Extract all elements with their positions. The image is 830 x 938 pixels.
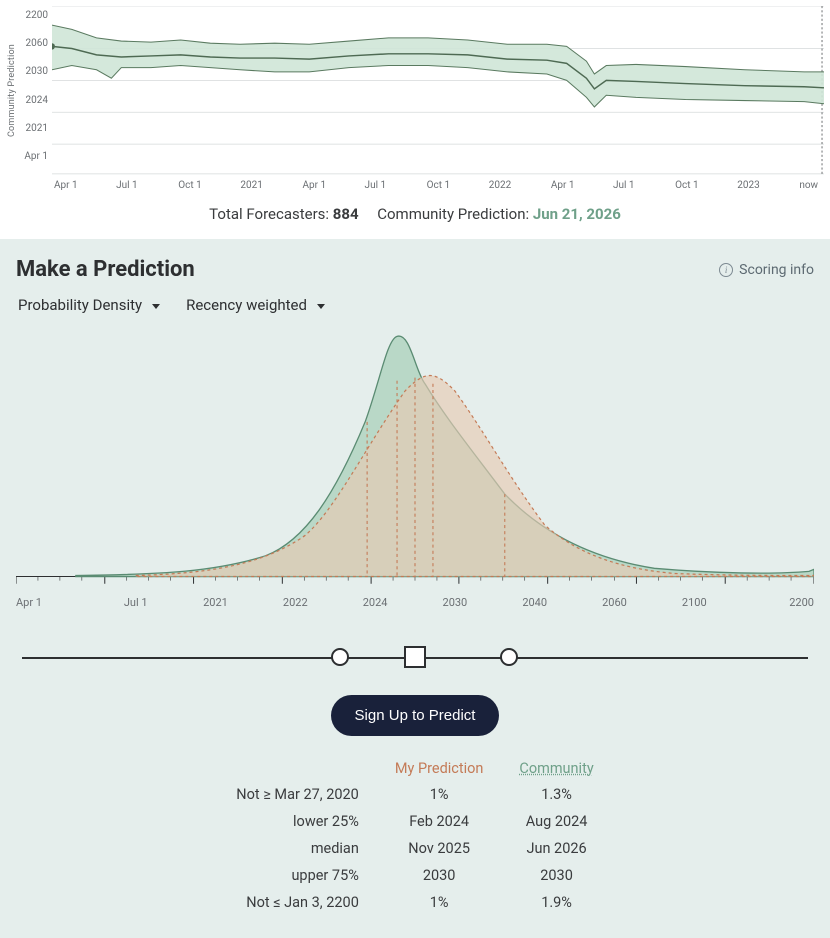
slider-handle-median[interactable] (404, 646, 426, 668)
summary-line: Total Forecasters: 884 Community Predict… (6, 191, 824, 239)
panel-title: Make a Prediction (16, 257, 713, 282)
signup-button[interactable]: Sign Up to Predict (331, 695, 500, 736)
col-my-prediction: My Prediction (377, 756, 502, 781)
chevron-down-icon (317, 304, 325, 309)
info-icon: i (719, 263, 733, 277)
chevron-down-icon (152, 304, 160, 309)
forecaster-count: 884 (333, 205, 359, 223)
prediction-slider[interactable] (22, 637, 808, 677)
slider-handle-p25[interactable] (331, 648, 349, 666)
col-community[interactable]: Community (501, 756, 611, 781)
scoring-info-link[interactable]: i Scoring info (719, 262, 814, 278)
weighting-selector[interactable]: Recency weighted (186, 296, 325, 314)
density-chart-svg (16, 324, 814, 592)
table-row: lower 25%Feb 2024Aug 2024 (218, 808, 611, 835)
community-median-value: Jun 21, 2026 (533, 205, 621, 223)
y-axis-ticks: 2200 2060 2030 2024 2021 Apr 1 (18, 6, 52, 176)
table-row: My Prediction Community (218, 756, 611, 781)
slider-handle-p75[interactable] (500, 648, 518, 666)
density-type-selector[interactable]: Probability Density (18, 296, 160, 314)
table-row: medianNov 2025Jun 2026 (218, 835, 611, 862)
timeline-chart: Community Prediction 2200 2060 2030 2024… (0, 0, 830, 239)
density-x-axis-ticks: Apr 1 Jul 1 2021 2022 2024 2030 2040 206… (16, 592, 814, 609)
y-axis-label: Community Prediction (6, 6, 18, 176)
fan-chart-svg (52, 6, 824, 176)
stats-table: My Prediction Community Not ≥ Mar 27, 20… (218, 756, 611, 916)
table-row: upper 75%20302030 (218, 862, 611, 889)
table-row: Not ≥ Mar 27, 20201%1.3% (218, 781, 611, 808)
table-row: Not ≤ Jan 3, 22001%1.9% (218, 889, 611, 916)
prediction-panel: Make a Prediction i Scoring info Probabi… (0, 239, 830, 938)
x-axis-ticks: Apr 1 Jul 1 Oct 1 2021 Apr 1 Jul 1 Oct 1… (6, 176, 824, 191)
